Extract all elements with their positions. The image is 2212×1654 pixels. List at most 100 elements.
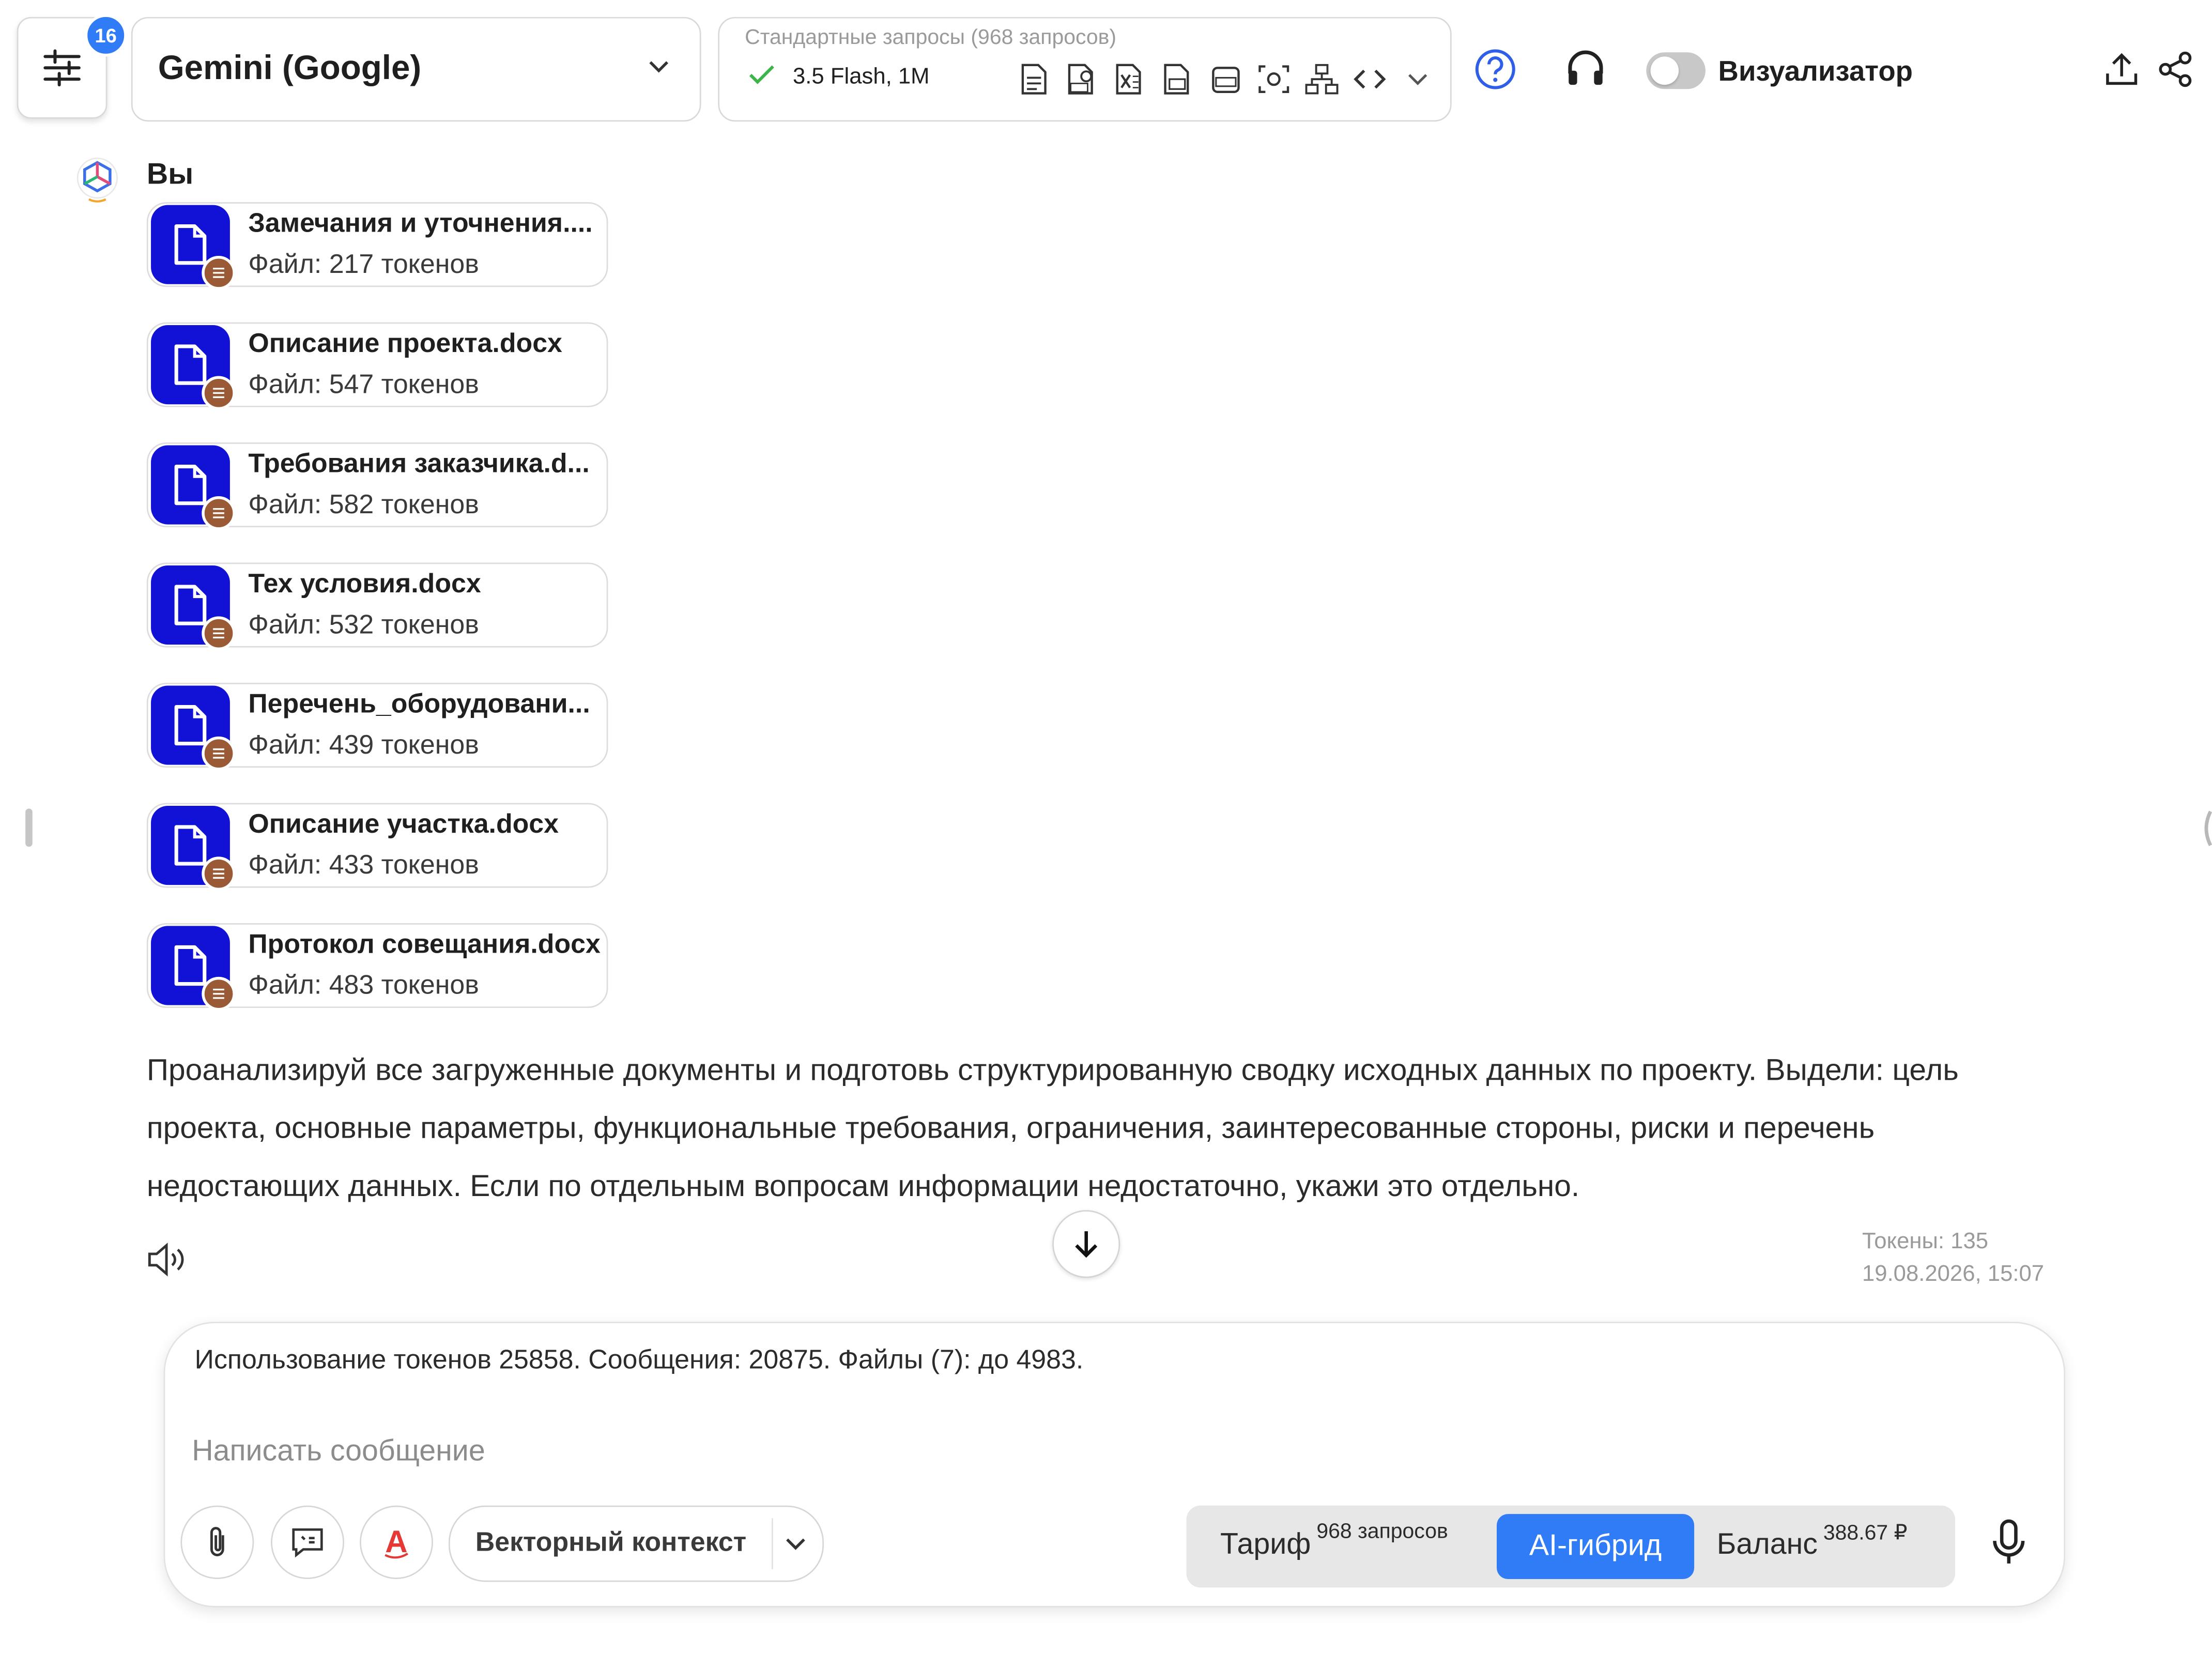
speaker-icon — [148, 1243, 184, 1277]
billing-mode-selector: Тариф 968 запросов AI-гибрид Баланс 388.67… — [1186, 1505, 1956, 1588]
left-panel-resize-handle[interactable] — [25, 808, 33, 847]
attached-file-card[interactable]: Перечень_оборудовани... Файл: 439 токенов — [146, 683, 608, 771]
file-icon — [151, 805, 236, 891]
paperclip-icon — [210, 1527, 224, 1556]
file-icon — [151, 445, 236, 530]
ai-hybrid-mode-button[interactable]: AI-гибрид — [1496, 1514, 1695, 1579]
attached-file-card[interactable]: Описание участка.docx Файл: 433 токенов — [146, 803, 608, 891]
attached-file-card[interactable]: Описание проекта.docx Файл: 547 токенов — [146, 322, 608, 410]
attached-file-card[interactable]: Требования заказчика.d... Файл: 582 токен… — [146, 442, 608, 530]
file-token-count: Файл: 582 токенов — [248, 491, 479, 520]
message-input[interactable] — [192, 1428, 1744, 1476]
database-icon — [202, 496, 236, 530]
file-icon — [151, 685, 236, 771]
code-icon — [1351, 61, 1388, 98]
tariff-label: Тариф — [1220, 1528, 1311, 1561]
microphone-icon — [1993, 1519, 2025, 1564]
file-name: Замечания и уточнения.... — [248, 209, 593, 239]
chat-prompt-icon — [292, 1528, 323, 1558]
requests-title: Стандартные запросы (968 запросов) — [745, 25, 1117, 50]
file-name: Требования заказчика.d... — [248, 449, 590, 480]
spellcheck-icon: A — [385, 1524, 408, 1559]
file-token-count: Файл: 547 токенов — [248, 370, 479, 401]
chevron-left-icon — [2204, 810, 2212, 847]
excel-icon — [1112, 61, 1148, 98]
pdf-icon — [1064, 61, 1100, 98]
upload-icon — [2106, 53, 2138, 85]
right-panel-toggle[interactable] — [2198, 808, 2212, 848]
file-token-count: Файл: 433 токенов — [248, 851, 479, 881]
message-timestamp: 19.08.2026, 15:07 — [1862, 1262, 2045, 1287]
check-icon — [749, 65, 774, 84]
notification-badge: 16 — [84, 14, 127, 57]
toggle-knob — [1650, 56, 1679, 85]
voice-input-button[interactable] — [1986, 1518, 2031, 1566]
text-doc-icon — [1016, 61, 1052, 98]
file-name: Протокол совещания.docx — [248, 930, 601, 960]
help-button[interactable] — [1474, 48, 1516, 90]
svg-text:A: A — [385, 1524, 407, 1559]
export-button[interactable] — [2102, 50, 2141, 89]
file-name: Описание проекта.docx — [248, 329, 562, 359]
database-icon — [202, 736, 236, 771]
visualizer-label: Визуализатор — [1718, 56, 1913, 88]
vector-context-select[interactable]: Векторный контекст — [448, 1505, 824, 1582]
chevron-down-icon — [649, 61, 668, 73]
docx-doc-icon — [1207, 61, 1244, 98]
attached-file-card[interactable]: Тех условия.docx Файл: 532 токенов — [146, 562, 608, 651]
file-icon — [151, 926, 236, 1011]
spellcheck-button[interactable]: A — [360, 1505, 433, 1579]
scroll-down-button[interactable] — [1052, 1210, 1120, 1278]
balance-mode-button[interactable]: Баланс 388.67 ₽ — [1716, 1521, 1908, 1563]
file-token-count: Файл: 439 токенов — [248, 730, 479, 761]
divider — [772, 1518, 773, 1569]
message-token-count: Токены: 135 — [1862, 1230, 1989, 1254]
share-icon — [2159, 51, 2192, 87]
share-button[interactable] — [2156, 50, 2195, 89]
file-name: Описание участка.docx — [248, 810, 559, 840]
file-token-count: Файл: 217 токенов — [248, 250, 479, 280]
token-usage-info: Использование токенов 25858. Сообщения: … — [194, 1345, 1084, 1376]
request-tariff-select[interactable]: Стандартные запросы (968 запросов) 3.5 F… — [718, 17, 1452, 122]
chevron-down-icon — [786, 1538, 805, 1550]
file-token-count: Файл: 483 токенов — [248, 971, 479, 1001]
message-text: Проанализируй все загруженные документы … — [146, 1053, 1959, 1203]
user-avatar — [76, 157, 118, 203]
vector-context-label: Векторный контекст — [475, 1528, 747, 1558]
attached-file-card[interactable]: Замечания и уточнения.... Файл: 217 токен… — [146, 202, 608, 290]
attached-file-card[interactable]: Протокол совещания.docx Файл: 483 токенов — [146, 923, 608, 1011]
database-icon — [202, 376, 236, 410]
file-token-count: Файл: 532 токенов — [248, 610, 479, 640]
message-sender: Вы — [146, 158, 194, 191]
arrow-down-icon — [1075, 1231, 1098, 1258]
database-icon — [202, 976, 236, 1011]
support-button[interactable] — [1563, 48, 1608, 90]
tariff-requests-count: 968 запросов — [1316, 1520, 1448, 1544]
message-meta: Токены: 135 19.08.2026, 15:07 — [1862, 1226, 2044, 1291]
file-icon — [151, 565, 236, 651]
file-icon — [151, 205, 236, 290]
model-variant: 3.5 Flash, 1M — [792, 65, 930, 89]
prompts-button[interactable] — [271, 1505, 344, 1579]
read-aloud-button[interactable] — [147, 1241, 189, 1278]
model-select[interactable]: Gemini (Google) — [131, 17, 701, 122]
file-name: Перечень_оборудовани... — [248, 690, 590, 720]
model-name: Gemini (Google) — [158, 49, 422, 88]
chevron-down-icon — [1400, 61, 1436, 98]
database-icon — [202, 856, 236, 891]
ppt-doc-icon — [1160, 61, 1196, 98]
balance-amount: 388.67 ₽ — [1823, 1521, 1908, 1545]
database-icon — [202, 616, 236, 651]
balance-label: Баланс — [1716, 1528, 1818, 1561]
attach-file-button[interactable] — [180, 1505, 254, 1579]
image-scan-icon — [1255, 61, 1292, 98]
headset-icon — [1568, 50, 1603, 85]
tariff-mode-button[interactable]: Тариф 968 запросов — [1220, 1520, 1448, 1563]
diagram-icon — [1303, 61, 1340, 98]
database-icon — [202, 256, 236, 290]
visualizer-toggle[interactable] — [1646, 52, 1706, 89]
file-icon — [151, 325, 236, 410]
help-icon — [1475, 49, 1515, 89]
file-name: Тех условия.docx — [248, 570, 481, 600]
sliders-icon — [43, 49, 81, 87]
